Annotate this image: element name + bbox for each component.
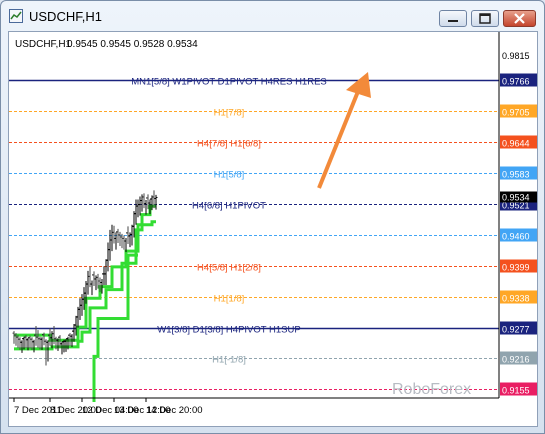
chart-header-symbol: USDCHF,H1	[15, 39, 72, 50]
murrey-level-label: W1[3/8] D1[3/8] H4PIVOT H1SUP	[157, 325, 300, 336]
maximize-button[interactable]	[471, 10, 499, 27]
price-label-text: 0.9583	[502, 170, 530, 180]
time-tick-label: 14 Dec 20:00	[146, 405, 203, 416]
price-tick-label: 0.9815	[502, 51, 530, 61]
price-label-text: 0.9216	[502, 355, 530, 365]
chart-icon	[9, 9, 23, 23]
murrey-level-label: H4[6/8] H1PIVOT	[192, 201, 266, 212]
murrey-level-label: H1[-1/8]	[212, 355, 246, 366]
minimize-icon	[448, 20, 458, 22]
window-title: USDCHF,H1	[29, 9, 102, 24]
maximize-icon	[479, 13, 491, 24]
murrey-level-label: H4[7/8] H1[6/8]	[197, 139, 261, 150]
murrey-level-label: H4[5/8] H1[2/8]	[197, 263, 261, 274]
close-button[interactable]	[503, 10, 536, 27]
close-icon	[514, 13, 525, 24]
watermark: RoboForex	[392, 381, 471, 398]
chart-area[interactable]: MN1[5/8] W1PIVOT D1PIVOT H4RES H1RES H1[7…	[8, 31, 538, 427]
chart-window: USDCHF,H1 MN1[5/8] W1PIVOT D1PIVOT H4RES…	[0, 0, 545, 434]
price-label-text: 0.9277	[502, 325, 530, 335]
current-price-text: 0.9534	[502, 193, 530, 203]
price-label-text: 0.9338	[502, 294, 530, 304]
price-chart[interactable]: MN1[5/8] W1PIVOT D1PIVOT H4RES H1RES H1[7…	[9, 32, 537, 426]
murrey-level-label: MN1[5/8] W1PIVOT D1PIVOT H4RES H1RES	[131, 77, 327, 88]
price-label-text: 0.9766	[502, 77, 530, 87]
price-label-text: 0.9644	[502, 139, 530, 149]
minimize-button[interactable]	[439, 10, 467, 27]
window-titlebar[interactable]: USDCHF,H1	[1, 1, 544, 31]
price-label-text: 0.9155	[502, 386, 530, 396]
price-label-text: 0.9705	[502, 108, 530, 118]
price-label-text: 0.9399	[502, 263, 530, 273]
chart-header-ohlc: 0.9545 0.9545 0.9528 0.9534	[67, 39, 198, 50]
murrey-level-label: H1[5/8]	[214, 170, 245, 181]
murrey-level-label: H1[1/8]	[214, 294, 245, 305]
price-label-text: 0.9460	[502, 232, 530, 242]
murrey-level-label: H1[7/8]	[214, 108, 245, 119]
